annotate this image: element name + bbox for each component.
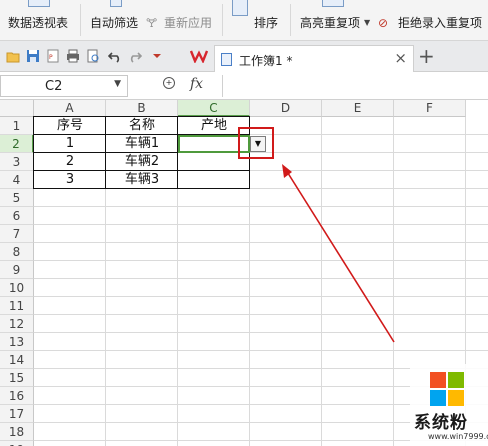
windows-logo-icon [430, 372, 464, 406]
watermark-url: www.win7999.com [428, 432, 488, 441]
watermark-text: 系统粉 [414, 413, 468, 433]
